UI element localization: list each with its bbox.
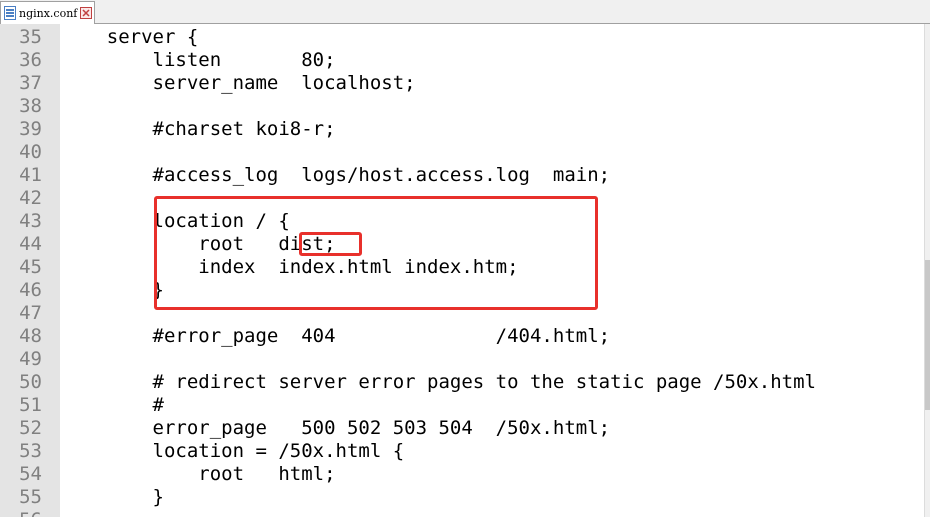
code-line: #error_page 404 /404.html; (61, 325, 611, 347)
line-number: 36 (19, 49, 42, 71)
document-icon (4, 6, 16, 20)
line-number: 55 (19, 486, 42, 508)
line-number: 52 (19, 417, 42, 439)
code-line: server_name localhost; (61, 72, 416, 94)
vertical-scrollbar[interactable] (924, 24, 930, 517)
line-number: 47 (19, 302, 42, 324)
code-line: listen 80; (61, 49, 336, 71)
line-number: 38 (19, 95, 42, 117)
line-number: 48 (19, 325, 42, 347)
line-number: 50 (19, 371, 42, 393)
line-number: 42 (19, 187, 42, 209)
tab-nginx-conf[interactable]: nginx.conf (0, 1, 95, 24)
code-line: server { (61, 26, 199, 48)
code-line: #charset koi8-r; (61, 118, 336, 140)
tab-label: nginx.conf (19, 6, 78, 20)
root-value-highlight (299, 232, 362, 256)
code-line: #access_log logs/host.access.log main; (61, 164, 611, 186)
code-line: error_page 500 502 503 504 /50x.html; (61, 417, 611, 439)
close-icon[interactable] (80, 7, 93, 19)
code-line: root html; (61, 463, 336, 485)
editor-window: nginx.conf 35 36 37 38 39 40 41 42 43 44 45 46 47 48 4… (0, 0, 930, 517)
code-line: # redirect server error pages to the sta… (61, 371, 816, 393)
line-number: 35 (19, 26, 42, 48)
code-line: } (61, 486, 164, 508)
code-line: } (61, 279, 164, 301)
line-number: 37 (19, 72, 42, 94)
line-number: 45 (19, 256, 42, 278)
line-number: 40 (19, 141, 42, 163)
line-number: 41 (19, 164, 42, 186)
line-number: 54 (19, 463, 42, 485)
scrollbar-thumb[interactable] (925, 260, 930, 410)
line-number: 39 (19, 118, 42, 140)
location-block-highlight (154, 196, 598, 310)
line-number: 46 (19, 279, 42, 301)
code-line: location = /50x.html { (61, 440, 405, 462)
line-number: 44 (19, 233, 42, 255)
code-line: # (61, 394, 164, 416)
tab-bar: nginx.conf (0, 0, 930, 24)
line-number: 43 (19, 210, 42, 232)
line-number: 56 (0, 509, 42, 517)
line-number: 51 (19, 394, 42, 416)
line-number: 53 (19, 440, 42, 462)
line-number: 49 (19, 348, 42, 370)
